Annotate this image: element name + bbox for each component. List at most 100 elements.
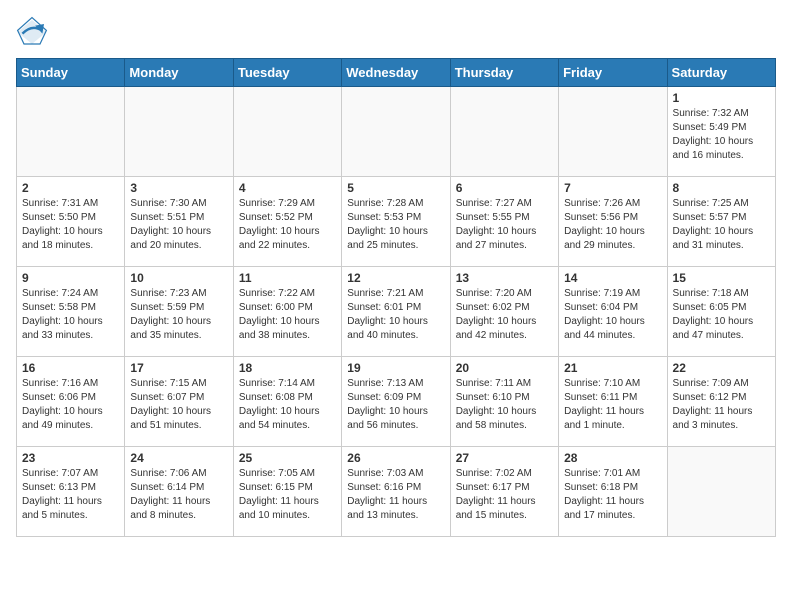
- day-number: 9: [22, 271, 119, 285]
- day-info: Sunrise: 7:27 AM Sunset: 5:55 PM Dayligh…: [456, 197, 553, 253]
- day-number: 16: [22, 361, 119, 375]
- day-number: 13: [456, 271, 553, 285]
- day-info: Sunrise: 7:24 AM Sunset: 5:58 PM Dayligh…: [22, 287, 119, 343]
- day-info: Sunrise: 7:07 AM Sunset: 6:13 PM Dayligh…: [22, 467, 119, 523]
- calendar-cell: 3 Sunrise: 7:30 AM Sunset: 5:51 PM Daylig…: [125, 177, 233, 267]
- calendar-cell: 21 Sunrise: 7:10 AM Sunset: 6:11 PM Dayli…: [559, 357, 667, 447]
- day-number: 20: [456, 361, 553, 375]
- day-number: 10: [130, 271, 227, 285]
- day-number: 22: [673, 361, 770, 375]
- logo-icon: [16, 16, 48, 48]
- day-info: Sunrise: 7:14 AM Sunset: 6:08 PM Dayligh…: [239, 377, 336, 433]
- calendar-cell: 18 Sunrise: 7:14 AM Sunset: 6:08 PM Dayli…: [233, 357, 341, 447]
- calendar-cell: 19Sunrise: 7:13 AM Sunset: 6:09 PM Dayli…: [342, 357, 450, 447]
- day-info: Sunrise: 7:01 AM Sunset: 6:18 PM Dayligh…: [564, 467, 661, 523]
- calendar-cell: 9 Sunrise: 7:24 AM Sunset: 5:58 PM Daylig…: [17, 267, 125, 357]
- day-number: 26: [347, 451, 444, 465]
- calendar-cell: [17, 87, 125, 177]
- calendar-cell: [450, 87, 558, 177]
- day-number: 5: [347, 181, 444, 195]
- calendar-cell: 17 Sunrise: 7:15 AM Sunset: 6:07 PM Dayli…: [125, 357, 233, 447]
- calendar-cell: 4 Sunrise: 7:29 AM Sunset: 5:52 PM Daylig…: [233, 177, 341, 267]
- calendar-cell: 12Sunrise: 7:21 AM Sunset: 6:01 PM Dayli…: [342, 267, 450, 357]
- calendar-cell: 1 Sunrise: 7:32 AM Sunset: 5:49 PM Daylig…: [667, 87, 775, 177]
- calendar-cell: [233, 87, 341, 177]
- calendar-cell: 28 Sunrise: 7:01 AM Sunset: 6:18 PM Dayli…: [559, 447, 667, 537]
- day-info: Sunrise: 7:32 AM Sunset: 5:49 PM Dayligh…: [673, 107, 770, 163]
- day-info: Sunrise: 7:28 AM Sunset: 5:53 PM Dayligh…: [347, 197, 444, 253]
- calendar-cell: 14 Sunrise: 7:19 AM Sunset: 6:04 PM Dayli…: [559, 267, 667, 357]
- calendar-header-monday: Monday: [125, 59, 233, 87]
- calendar-cell: 16 Sunrise: 7:16 AM Sunset: 6:06 PM Dayli…: [17, 357, 125, 447]
- calendar-header-friday: Friday: [559, 59, 667, 87]
- day-info: Sunrise: 7:22 AM Sunset: 6:00 PM Dayligh…: [239, 287, 336, 343]
- day-info: Sunrise: 7:30 AM Sunset: 5:51 PM Dayligh…: [130, 197, 227, 253]
- day-number: 19: [347, 361, 444, 375]
- calendar-header-sunday: Sunday: [17, 59, 125, 87]
- calendar-header-row: SundayMondayTuesdayWednesdayThursdayFrid…: [17, 59, 776, 87]
- day-number: 11: [239, 271, 336, 285]
- calendar-header-thursday: Thursday: [450, 59, 558, 87]
- calendar-week-1: 2 Sunrise: 7:31 AM Sunset: 5:50 PM Daylig…: [17, 177, 776, 267]
- day-number: 8: [673, 181, 770, 195]
- day-info: Sunrise: 7:23 AM Sunset: 5:59 PM Dayligh…: [130, 287, 227, 343]
- day-info: Sunrise: 7:26 AM Sunset: 5:56 PM Dayligh…: [564, 197, 661, 253]
- calendar-week-3: 16 Sunrise: 7:16 AM Sunset: 6:06 PM Dayli…: [17, 357, 776, 447]
- day-number: 28: [564, 451, 661, 465]
- calendar-cell: 2 Sunrise: 7:31 AM Sunset: 5:50 PM Daylig…: [17, 177, 125, 267]
- day-number: 7: [564, 181, 661, 195]
- day-number: 27: [456, 451, 553, 465]
- calendar: SundayMondayTuesdayWednesdayThursdayFrid…: [16, 58, 776, 537]
- day-info: Sunrise: 7:15 AM Sunset: 6:07 PM Dayligh…: [130, 377, 227, 433]
- header: [16, 16, 776, 48]
- calendar-cell: 20 Sunrise: 7:11 AM Sunset: 6:10 PM Dayli…: [450, 357, 558, 447]
- calendar-cell: 8 Sunrise: 7:25 AM Sunset: 5:57 PM Daylig…: [667, 177, 775, 267]
- calendar-cell: 26 Sunrise: 7:03 AM Sunset: 6:16 PM Dayli…: [342, 447, 450, 537]
- day-info: Sunrise: 7:19 AM Sunset: 6:04 PM Dayligh…: [564, 287, 661, 343]
- day-number: 24: [130, 451, 227, 465]
- day-number: 25: [239, 451, 336, 465]
- calendar-cell: 6 Sunrise: 7:27 AM Sunset: 5:55 PM Daylig…: [450, 177, 558, 267]
- calendar-cell: 13 Sunrise: 7:20 AM Sunset: 6:02 PM Dayli…: [450, 267, 558, 357]
- calendar-cell: [125, 87, 233, 177]
- day-info: Sunrise: 7:10 AM Sunset: 6:11 PM Dayligh…: [564, 377, 661, 433]
- logo: [16, 16, 52, 48]
- day-number: 18: [239, 361, 336, 375]
- day-info: Sunrise: 7:25 AM Sunset: 5:57 PM Dayligh…: [673, 197, 770, 253]
- day-number: 21: [564, 361, 661, 375]
- calendar-header-wednesday: Wednesday: [342, 59, 450, 87]
- day-number: 2: [22, 181, 119, 195]
- calendar-header-saturday: Saturday: [667, 59, 775, 87]
- calendar-cell: 15Sunrise: 7:18 AM Sunset: 6:05 PM Dayli…: [667, 267, 775, 357]
- day-info: Sunrise: 7:31 AM Sunset: 5:50 PM Dayligh…: [22, 197, 119, 253]
- day-number: 4: [239, 181, 336, 195]
- calendar-cell: 10 Sunrise: 7:23 AM Sunset: 5:59 PM Dayli…: [125, 267, 233, 357]
- calendar-header-tuesday: Tuesday: [233, 59, 341, 87]
- day-info: Sunrise: 7:16 AM Sunset: 6:06 PM Dayligh…: [22, 377, 119, 433]
- day-info: Sunrise: 7:21 AM Sunset: 6:01 PM Dayligh…: [347, 287, 444, 343]
- day-number: 3: [130, 181, 227, 195]
- calendar-cell: 27 Sunrise: 7:02 AM Sunset: 6:17 PM Dayli…: [450, 447, 558, 537]
- day-number: 6: [456, 181, 553, 195]
- day-info: Sunrise: 7:18 AM Sunset: 6:05 PM Dayligh…: [673, 287, 770, 343]
- day-info: Sunrise: 7:20 AM Sunset: 6:02 PM Dayligh…: [456, 287, 553, 343]
- calendar-week-0: 1 Sunrise: 7:32 AM Sunset: 5:49 PM Daylig…: [17, 87, 776, 177]
- day-info: Sunrise: 7:02 AM Sunset: 6:17 PM Dayligh…: [456, 467, 553, 523]
- calendar-cell: 11 Sunrise: 7:22 AM Sunset: 6:00 PM Dayli…: [233, 267, 341, 357]
- calendar-week-4: 23 Sunrise: 7:07 AM Sunset: 6:13 PM Dayli…: [17, 447, 776, 537]
- day-number: 23: [22, 451, 119, 465]
- day-info: Sunrise: 7:29 AM Sunset: 5:52 PM Dayligh…: [239, 197, 336, 253]
- calendar-cell: [667, 447, 775, 537]
- calendar-cell: 23 Sunrise: 7:07 AM Sunset: 6:13 PM Dayli…: [17, 447, 125, 537]
- day-info: Sunrise: 7:03 AM Sunset: 6:16 PM Dayligh…: [347, 467, 444, 523]
- day-number: 14: [564, 271, 661, 285]
- day-info: Sunrise: 7:05 AM Sunset: 6:15 PM Dayligh…: [239, 467, 336, 523]
- calendar-cell: 24 Sunrise: 7:06 AM Sunset: 6:14 PM Dayli…: [125, 447, 233, 537]
- calendar-cell: 7 Sunrise: 7:26 AM Sunset: 5:56 PM Daylig…: [559, 177, 667, 267]
- calendar-cell: 25 Sunrise: 7:05 AM Sunset: 6:15 PM Dayli…: [233, 447, 341, 537]
- day-info: Sunrise: 7:11 AM Sunset: 6:10 PM Dayligh…: [456, 377, 553, 433]
- day-number: 1: [673, 91, 770, 105]
- day-number: 17: [130, 361, 227, 375]
- calendar-cell: [559, 87, 667, 177]
- day-info: Sunrise: 7:06 AM Sunset: 6:14 PM Dayligh…: [130, 467, 227, 523]
